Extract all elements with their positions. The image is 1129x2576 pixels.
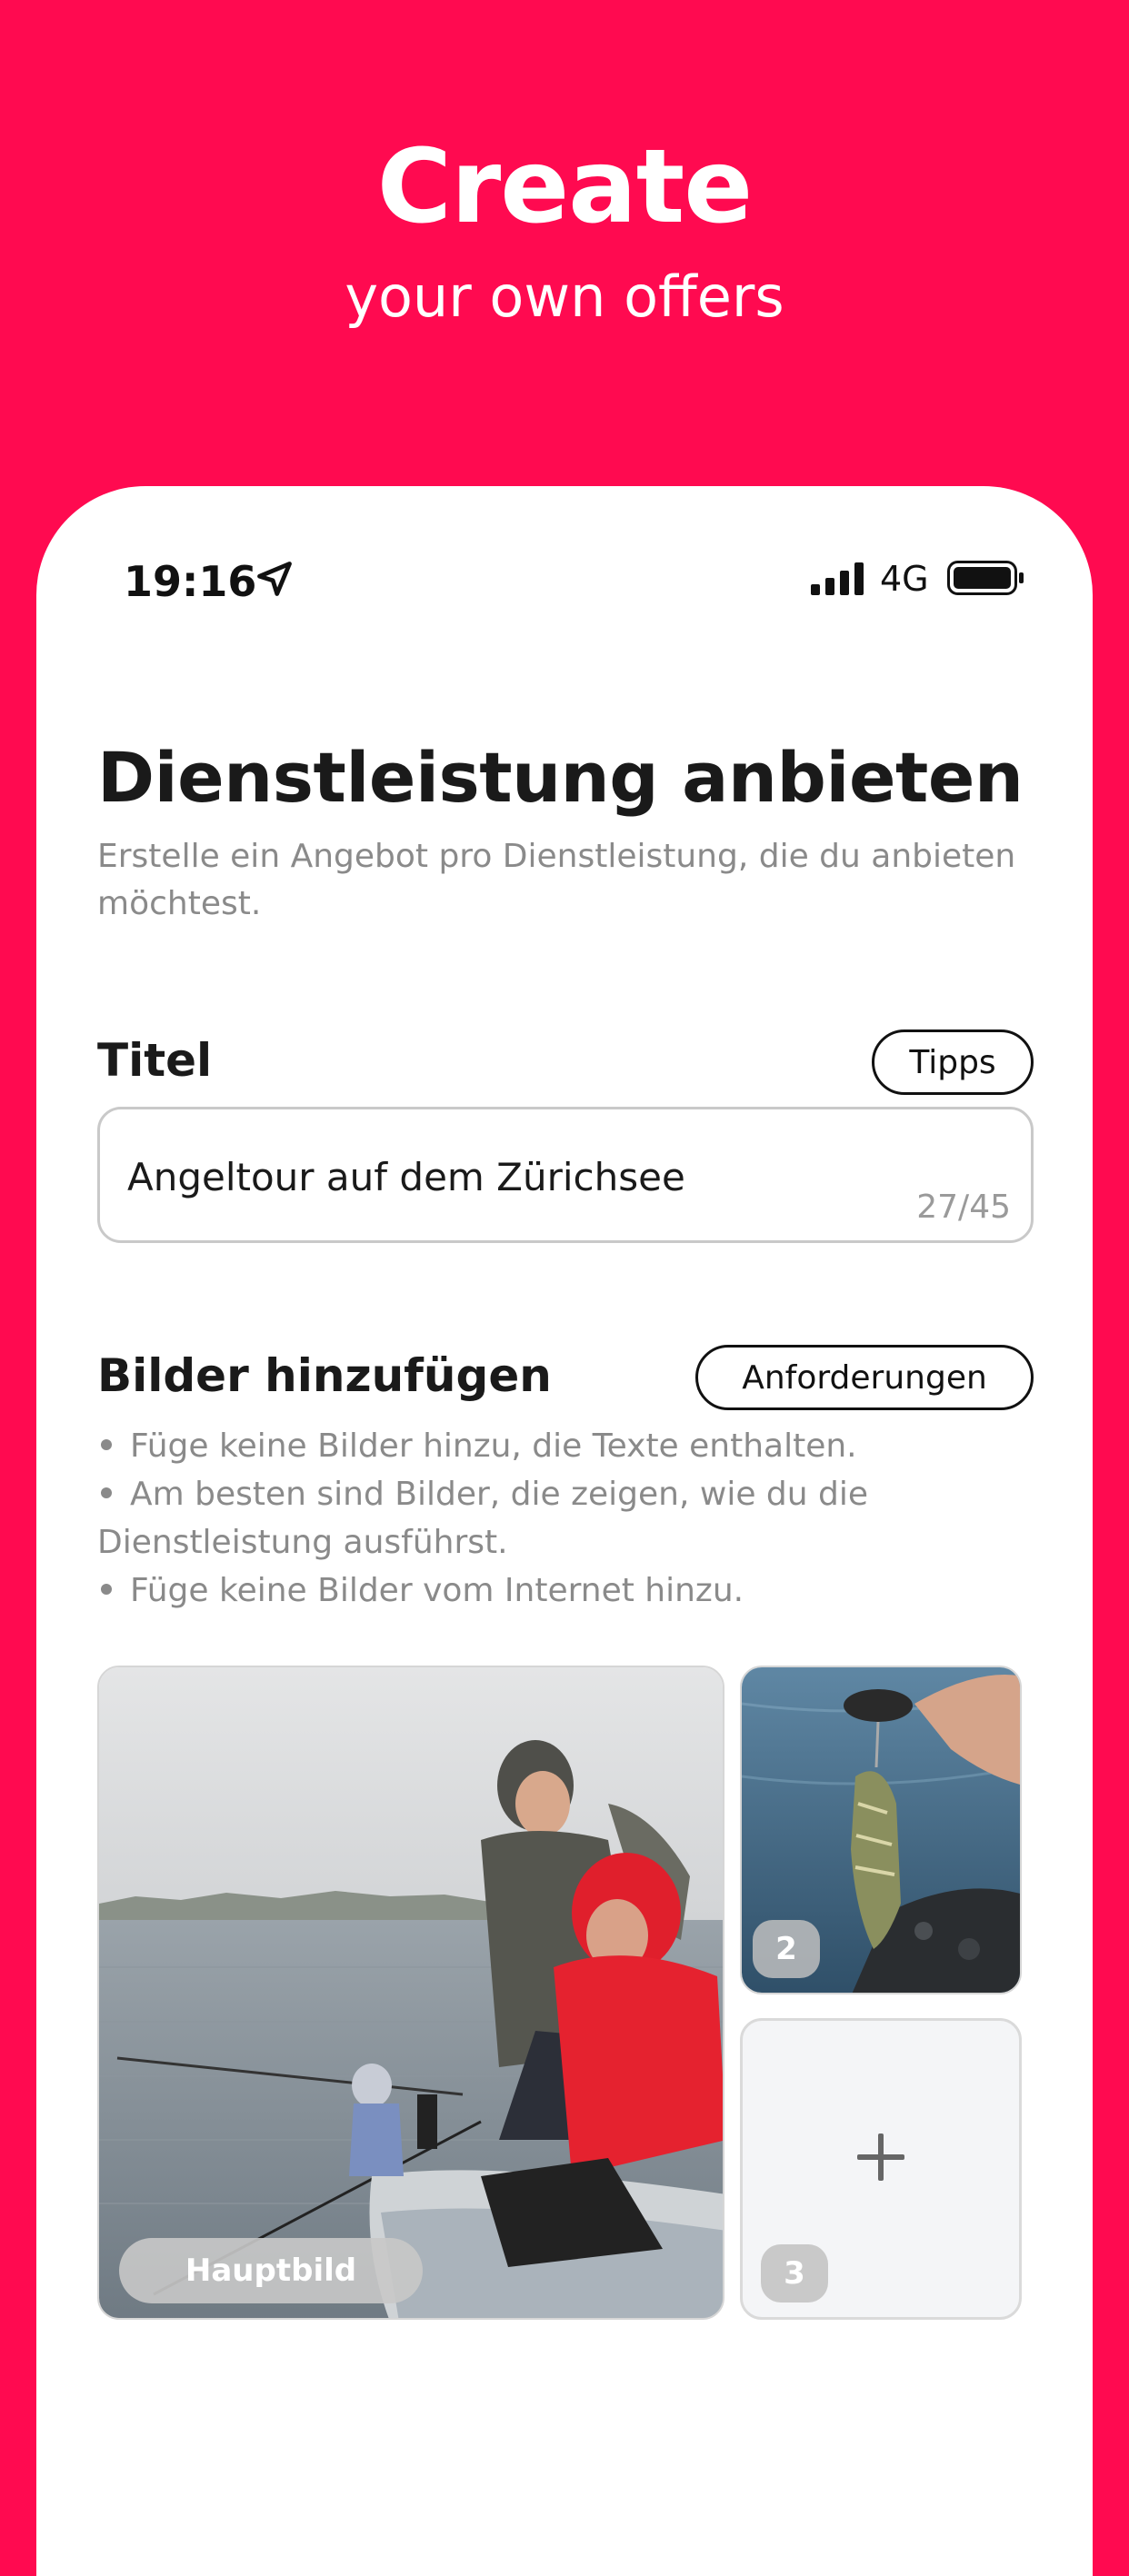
cellular-signal-icon bbox=[811, 562, 864, 595]
image-guidelines-list: Füge keine Bilder hinzu, die Texte entha… bbox=[97, 1422, 1061, 1615]
images-section-label: Bilder hinzufügen bbox=[97, 1349, 552, 1402]
title-input-value[interactable]: Angeltour auf dem Zürichsee bbox=[127, 1155, 685, 1199]
fishing-boat-photo bbox=[99, 1667, 723, 2318]
network-type: 4G bbox=[880, 559, 929, 599]
tips-button[interactable]: Tipps bbox=[872, 1029, 1034, 1095]
title-input[interactable]: Angeltour auf dem Zürichsee 27/45 bbox=[97, 1107, 1034, 1243]
image-slot-3-badge: 3 bbox=[761, 2244, 828, 2302]
bullet-icon bbox=[101, 1439, 112, 1450]
plus-icon bbox=[857, 2133, 904, 2181]
hero-title: Create bbox=[376, 128, 753, 246]
list-item: Füge keine Bilder vom Internet hinzu. bbox=[97, 1566, 1061, 1615]
bullet-icon bbox=[101, 1584, 112, 1595]
image-slot-2-badge: 2 bbox=[753, 1920, 820, 1978]
main-image-label: Hauptbild bbox=[119, 2238, 423, 2303]
status-bar: 19:16 4G bbox=[36, 522, 1093, 606]
image-slot-2[interactable]: 2 bbox=[740, 1666, 1022, 1994]
battery-icon bbox=[947, 561, 1024, 595]
requirements-button[interactable]: Anforderungen bbox=[695, 1345, 1034, 1410]
location-arrow-icon bbox=[257, 562, 292, 596]
list-item: Füge keine Bilder hinzu, die Texte entha… bbox=[97, 1422, 1061, 1470]
title-section-label: Titel bbox=[97, 1034, 213, 1087]
status-time: 19:16 bbox=[124, 557, 257, 606]
list-item: Am besten sind Bilder, die zeigen, wie d… bbox=[97, 1476, 869, 1561]
main-image-slot[interactable]: Hauptbild bbox=[97, 1666, 724, 2320]
phone-screen: 19:16 4G Dienstleistung anbieten Erstell… bbox=[36, 486, 1093, 2576]
page-subtitle: Erstelle ein Angebot pro Dienstleistung,… bbox=[97, 838, 1016, 922]
add-image-button[interactable]: 3 bbox=[740, 2018, 1022, 2320]
page-title: Dienstleistung anbieten bbox=[97, 737, 1024, 818]
hero-subtitle: your own offers bbox=[345, 264, 784, 330]
character-counter: 27/45 bbox=[916, 1189, 1011, 1226]
bullet-icon bbox=[101, 1487, 112, 1498]
